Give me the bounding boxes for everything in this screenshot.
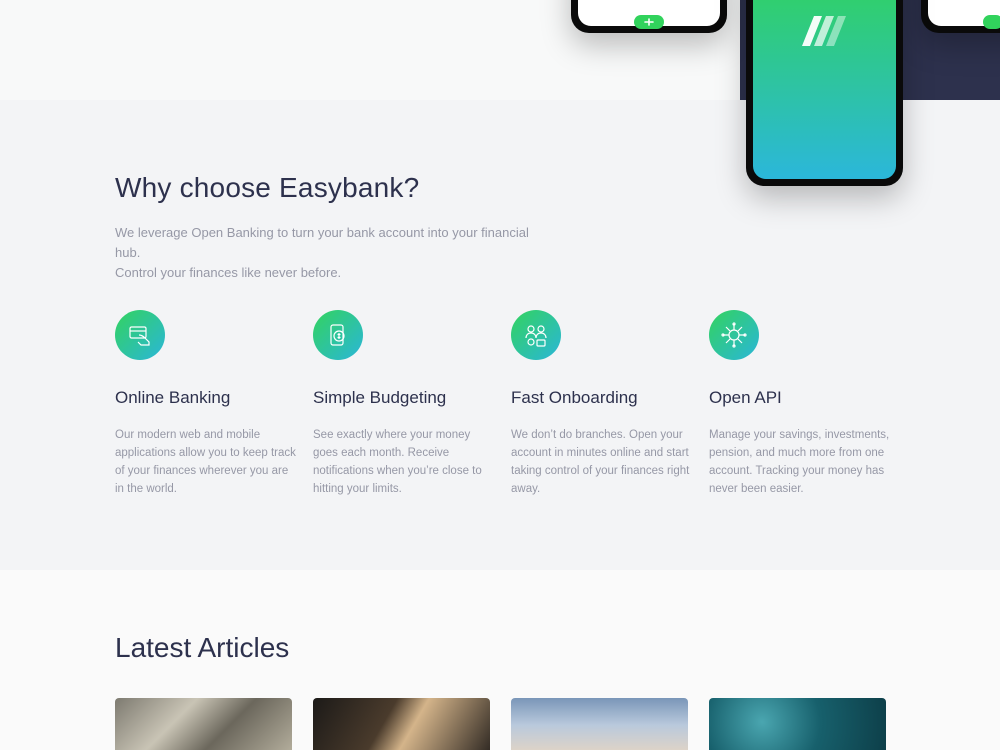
intro-line: We leverage Open Banking to turn your ba… bbox=[115, 225, 529, 260]
intro-line: Control your finances like never before. bbox=[115, 265, 342, 280]
feature-title: Simple Budgeting bbox=[313, 388, 447, 407]
section-title: Why choose Easybank? bbox=[115, 172, 420, 203]
feature-simple-budgeting: Simple Budgeting See exactly where your … bbox=[313, 310, 498, 498]
section-intro: We leverage Open Banking to turn your ba… bbox=[115, 223, 555, 283]
phone-mockup-right bbox=[921, 0, 1000, 33]
article-image-money[interactable] bbox=[115, 698, 292, 750]
api-icon bbox=[709, 310, 759, 360]
onboarding-icon bbox=[511, 310, 561, 360]
latest-articles-section: Latest Articles bbox=[0, 570, 1000, 750]
easybank-logo-mark-icon bbox=[802, 16, 846, 46]
plus-pill-icon bbox=[634, 15, 664, 29]
feature-body: We don’t do branches. Open your account … bbox=[511, 429, 690, 495]
feature-body: See exactly where your money goes each m… bbox=[313, 429, 482, 495]
article-image-confetti[interactable] bbox=[709, 698, 886, 750]
budgeting-icon bbox=[313, 310, 363, 360]
feature-open-api: Open API Manage your savings, investment… bbox=[709, 310, 894, 498]
online-banking-icon bbox=[115, 310, 165, 360]
feature-fast-onboarding: Fast Onboarding We don’t do branches. Op… bbox=[511, 310, 696, 498]
article-image-plane[interactable] bbox=[511, 698, 688, 750]
feature-body: Our modern web and mobile applications a… bbox=[115, 429, 296, 495]
article-image-restaurant[interactable] bbox=[313, 698, 490, 750]
plus-pill-icon bbox=[983, 15, 1000, 29]
feature-online-banking: Online Banking Our modern web and mobile… bbox=[115, 310, 300, 498]
feature-title: Open API bbox=[709, 388, 782, 407]
feature-title: Fast Onboarding bbox=[511, 388, 638, 407]
phone-mockup-left bbox=[571, 0, 727, 33]
section-title: Latest Articles bbox=[115, 632, 290, 663]
feature-title: Online Banking bbox=[115, 388, 231, 407]
feature-body: Manage your savings, investments, pensio… bbox=[709, 429, 890, 495]
